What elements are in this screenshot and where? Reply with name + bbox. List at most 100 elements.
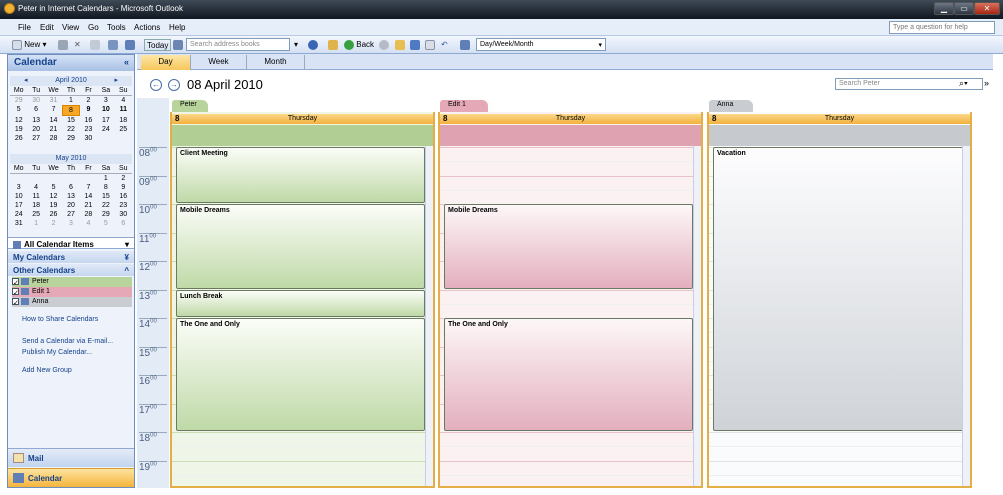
- today-button[interactable]: Today: [144, 39, 172, 51]
- mini-calendar-day[interactable]: 6: [27, 105, 44, 116]
- day-header[interactable]: 8 Thursday: [440, 114, 701, 124]
- folder-button[interactable]: [395, 39, 405, 51]
- menu-tools[interactable]: Tools: [107, 23, 126, 32]
- time-slot[interactable]: [172, 446, 433, 460]
- mini-calendar-day[interactable]: 17: [97, 116, 114, 125]
- menu-actions[interactable]: Actions: [134, 23, 160, 32]
- ask-question-input[interactable]: Type a question for help: [889, 21, 995, 34]
- calendar-item-peter[interactable]: ✓ Peter: [12, 277, 132, 287]
- mini-calendar-day[interactable]: 1: [27, 219, 44, 228]
- time-slot[interactable]: [172, 474, 433, 489]
- menu-edit[interactable]: Edit: [40, 23, 54, 32]
- mini-calendar-day[interactable]: 23: [115, 201, 132, 210]
- mini-calendar-day[interactable]: 16: [80, 116, 97, 125]
- mini-calendar-day[interactable]: 5: [45, 183, 62, 192]
- mini-calendar-day[interactable]: 6: [62, 183, 79, 192]
- calendar-item-edit1[interactable]: ✓ Edit 1: [12, 287, 132, 297]
- mini-calendar-day[interactable]: 4: [115, 96, 132, 105]
- column-scrollbar[interactable]: [425, 146, 433, 486]
- checkbox[interactable]: ✓: [12, 287, 19, 297]
- mini-calendar-day[interactable]: 26: [45, 210, 62, 219]
- mini-calendar-day[interactable]: 27: [62, 210, 79, 219]
- time-slot[interactable]: [440, 147, 701, 161]
- mini-calendar-day[interactable]: 16: [115, 192, 132, 201]
- mini-calendar-day[interactable]: 4: [27, 183, 44, 192]
- all-day-area[interactable]: [172, 125, 433, 146]
- day-header[interactable]: 8 Thursday: [172, 114, 433, 124]
- mini-calendar-day[interactable]: 3: [10, 183, 27, 192]
- appointment[interactable]: Lunch Break: [176, 289, 425, 317]
- send-receive-button[interactable]: [328, 39, 338, 51]
- mini-calendar-day[interactable]: 13: [27, 116, 44, 125]
- view-button[interactable]: [460, 39, 470, 51]
- my-calendars-header[interactable]: My Calendars ¥: [8, 251, 134, 263]
- checkbox[interactable]: ✓: [12, 297, 19, 307]
- menu-help[interactable]: Help: [169, 23, 185, 32]
- mini-calendar-day[interactable]: 7: [45, 105, 62, 116]
- mini-calendar-day[interactable]: 28: [80, 210, 97, 219]
- mini-calendar-day[interactable]: 15: [62, 116, 79, 125]
- mini-calendar-day[interactable]: 29: [62, 134, 79, 143]
- mini-calendar-day[interactable]: 20: [62, 201, 79, 210]
- mini-calendar-day[interactable]: 30: [115, 210, 132, 219]
- mini-calendar-day[interactable]: 22: [97, 201, 114, 210]
- appointment[interactable]: Vacation: [713, 147, 964, 431]
- all-day-area[interactable]: [440, 125, 701, 146]
- calendar-nav-button[interactable]: Calendar: [8, 468, 134, 487]
- menu-view[interactable]: View: [62, 23, 79, 32]
- mini-calendar-day[interactable]: 22: [62, 125, 79, 134]
- previous-day-button[interactable]: ←: [150, 79, 162, 91]
- time-slot[interactable]: [172, 432, 433, 446]
- mini-calendar-day[interactable]: 3: [97, 96, 114, 105]
- undo-button[interactable]: ↶: [441, 39, 448, 51]
- menu-go[interactable]: Go: [88, 23, 99, 32]
- time-slot[interactable]: [440, 175, 701, 190]
- find-contact-button[interactable]: [173, 39, 183, 51]
- time-slot[interactable]: [709, 460, 970, 475]
- time-slot[interactable]: [440, 303, 701, 318]
- mini-calendar-day[interactable]: 3: [62, 219, 79, 228]
- delete-button[interactable]: ✕: [74, 39, 81, 51]
- address-search-input[interactable]: Search address books: [186, 38, 290, 51]
- all-day-area[interactable]: [709, 125, 970, 146]
- menu-file[interactable]: File: [18, 23, 31, 32]
- mini-calendar-day[interactable]: 24: [10, 210, 27, 219]
- mini-calendar-day[interactable]: 13: [62, 192, 79, 201]
- time-slot[interactable]: [440, 161, 701, 175]
- mini-calendar-day[interactable]: 2: [45, 219, 62, 228]
- next-day-button[interactable]: →: [168, 79, 180, 91]
- mail-nav-button[interactable]: Mail: [8, 448, 134, 467]
- mini-calendar-day[interactable]: 31: [10, 219, 27, 228]
- tab-day[interactable]: Day: [141, 55, 191, 70]
- mini-calendar-day[interactable]: 11: [27, 192, 44, 201]
- time-slot[interactable]: [440, 460, 701, 475]
- mini-calendar-day[interactable]: 25: [27, 210, 44, 219]
- mini-calendar-day[interactable]: 24: [97, 125, 114, 134]
- prev-month-icon[interactable]: ◂: [10, 76, 28, 86]
- add-new-group-link[interactable]: Add New Group: [22, 367, 72, 374]
- new-button[interactable]: New ▾: [12, 39, 47, 51]
- time-slot[interactable]: [709, 432, 970, 446]
- collapse-nav-button[interactable]: «: [124, 57, 129, 67]
- time-slot[interactable]: [440, 289, 701, 304]
- mini-calendar-day[interactable]: 30: [27, 96, 44, 105]
- mini-calendar-day[interactable]: 27: [27, 134, 44, 143]
- time-slot[interactable]: [709, 446, 970, 460]
- column-scrollbar[interactable]: [693, 146, 701, 486]
- expand-search-icon[interactable]: »: [984, 78, 989, 88]
- how-to-share-link[interactable]: How to Share Calendars: [22, 316, 98, 323]
- mini-calendar-day[interactable]: 5: [97, 219, 114, 228]
- tab-month[interactable]: Month: [247, 55, 305, 70]
- time-slot[interactable]: [440, 474, 701, 489]
- mini-calendar-day[interactable]: 12: [10, 116, 27, 125]
- mini-calendar-day[interactable]: 9: [80, 105, 97, 116]
- mini-calendar-day[interactable]: 10: [10, 192, 27, 201]
- close-button[interactable]: ✕: [974, 2, 1000, 15]
- maximize-button[interactable]: ▭: [954, 2, 974, 15]
- view-select[interactable]: Day/Week/Month ▾: [476, 38, 606, 51]
- appointment[interactable]: The One and Only: [444, 318, 693, 431]
- checkbox[interactable]: ✓: [12, 277, 19, 287]
- mini-calendar-day[interactable]: 9: [115, 183, 132, 192]
- mini-calendar-day[interactable]: 1: [97, 174, 114, 183]
- other-calendars-header[interactable]: Other Calendars ^: [8, 264, 134, 276]
